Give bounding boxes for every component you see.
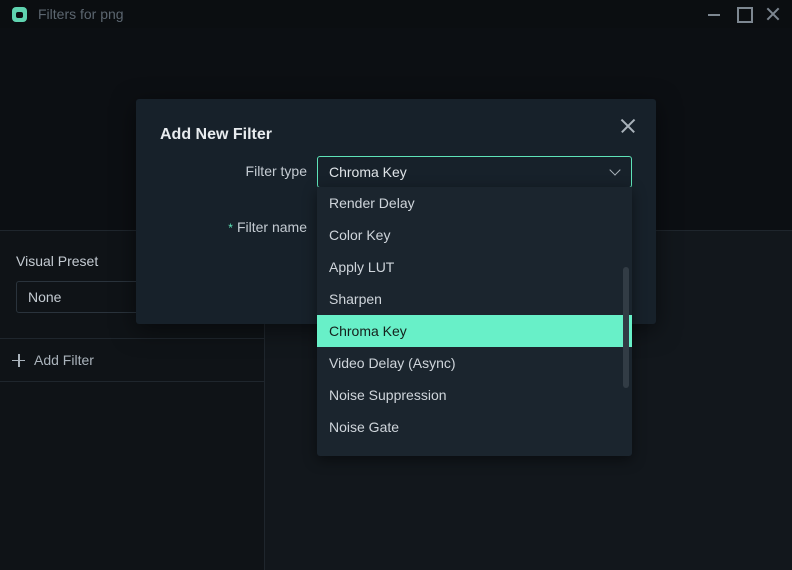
window-title: Filters for png	[38, 6, 124, 22]
required-mark: *	[228, 221, 233, 235]
plus-icon	[12, 353, 25, 367]
dropdown-option[interactable]: Noise Gate	[317, 411, 632, 443]
filter-type-value: Chroma Key	[329, 164, 407, 180]
filter-type-label: Filter type	[245, 163, 307, 179]
filter-name-label: * Filter name	[228, 219, 307, 235]
app-logo-icon	[12, 7, 27, 22]
title-bar: Filters for png	[0, 0, 792, 28]
close-icon[interactable]	[620, 118, 636, 134]
divider	[0, 338, 265, 339]
add-filter-label: Add Filter	[34, 352, 94, 368]
dropdown-option[interactable]: Render Delay	[317, 187, 632, 219]
dialog-title: Add New Filter	[160, 126, 273, 143]
minimize-icon[interactable]	[704, 4, 724, 24]
chevron-down-icon	[609, 164, 621, 176]
filter-type-dropdown: Render Delay Color Key Apply LUT Sharpen…	[317, 187, 632, 456]
maximize-icon[interactable]	[733, 4, 753, 24]
visual-preset-label: Visual Preset	[16, 253, 99, 269]
dropdown-option[interactable]: Sharpen	[317, 283, 632, 315]
dropdown-option[interactable]: Apply LUT	[317, 251, 632, 283]
add-filter-button[interactable]: Add Filter	[12, 349, 94, 371]
divider	[0, 381, 265, 382]
filter-type-select[interactable]: Chroma Key	[317, 156, 632, 188]
dropdown-option[interactable]: Color Key	[317, 219, 632, 251]
dropdown-option-selected[interactable]: Chroma Key	[317, 315, 632, 347]
dropdown-scrollbar[interactable]	[623, 267, 629, 388]
window-close-icon[interactable]	[763, 4, 783, 24]
dropdown-option[interactable]: Video Delay (Async)	[317, 347, 632, 379]
dropdown-option[interactable]: Noise Suppression	[317, 379, 632, 411]
